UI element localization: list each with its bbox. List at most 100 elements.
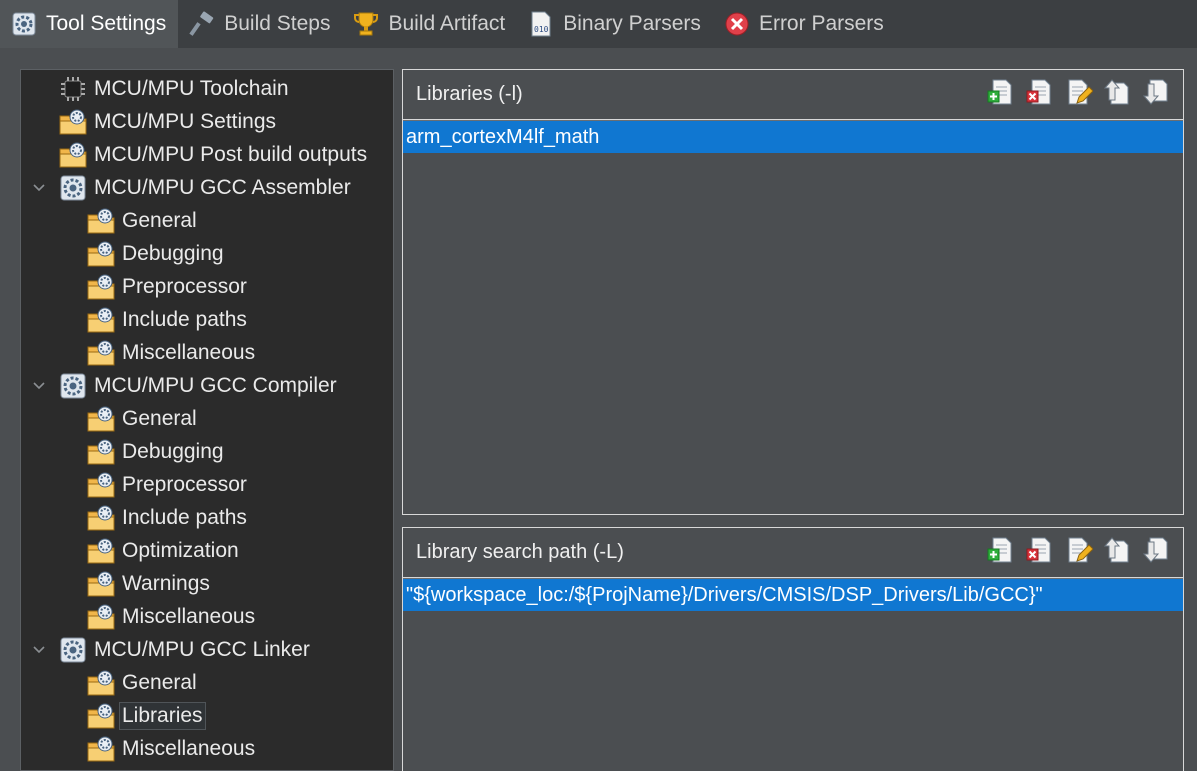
tree-item-label: Miscellaneous — [122, 604, 256, 628]
libraries-panel-title: Libraries (-l) — [416, 83, 523, 105]
tree-item[interactable]: Debugging — [86, 237, 226, 270]
chevron-down-icon[interactable] — [32, 379, 46, 393]
tree-item[interactable]: Preprocessor — [86, 468, 249, 501]
tree-item[interactable]: Debugging — [86, 435, 226, 468]
tree-item[interactable]: General — [86, 402, 199, 435]
tree-item-label: Miscellaneous — [122, 736, 256, 760]
tree-item-label: Debugging — [122, 439, 224, 463]
tab-label: Binary Parsers — [563, 12, 701, 35]
tool-gear-icon — [58, 371, 88, 401]
tree-item[interactable]: MCU/MPU GCC Linker — [32, 633, 312, 666]
tree-item[interactable]: General — [86, 204, 199, 237]
tab-label: Build Artifact — [388, 12, 506, 35]
library-search-path-panel: Library search path (-L) "${workspace_lo… — [402, 527, 1184, 771]
tab-build-steps[interactable]: Build Steps — [178, 0, 342, 48]
tree-item[interactable]: MCU/MPU GCC Assembler — [32, 171, 353, 204]
folder-settings-icon — [86, 437, 116, 467]
tree-item[interactable]: Preprocessor — [86, 270, 249, 303]
tab-label: Error Parsers — [758, 12, 884, 35]
tree-item-label: General — [122, 670, 197, 694]
tree-item-label: Libraries — [119, 701, 206, 730]
tree-item[interactable]: MCU/MPU Post build outputs — [58, 138, 369, 171]
tree-item-label: MCU/MPU Post build outputs — [94, 142, 368, 166]
add-icon[interactable] — [985, 77, 1015, 107]
edit-icon[interactable] — [1063, 77, 1093, 107]
tree-item[interactable]: Miscellaneous — [86, 732, 257, 765]
tree-item[interactable]: MCU/MPU Settings — [58, 105, 278, 138]
tree-item-label: Optimization — [122, 538, 239, 562]
chip-icon — [58, 74, 88, 104]
tree-item-label: MCU/MPU Toolchain — [94, 76, 289, 100]
folder-settings-icon — [58, 107, 88, 137]
tree-item[interactable]: Optimization — [86, 534, 241, 567]
tool-gear-icon — [58, 173, 88, 203]
folder-settings-icon — [86, 305, 116, 335]
tab-error-parsers[interactable]: Error Parsers — [713, 0, 896, 48]
library-search-path-title: Library search path (-L) — [416, 541, 624, 563]
tree-item-label: General — [122, 406, 197, 430]
svg-text:010: 010 — [534, 25, 549, 34]
folder-settings-icon — [86, 668, 116, 698]
tab-binary-parsers[interactable]: 010 Binary Parsers — [517, 0, 713, 48]
tree-item-label: MCU/MPU GCC Compiler — [94, 373, 337, 397]
chevron-down-icon[interactable] — [32, 643, 46, 657]
tool-settings-tree[interactable]: MCU/MPU Toolchain MCU/MPU Settings MCU/MPU… — [20, 69, 394, 771]
tool-gear-icon — [58, 635, 88, 665]
tree-item-label: Debugging — [122, 241, 224, 265]
folder-settings-icon — [86, 503, 116, 533]
libraries-list[interactable]: arm_cortexM4lf_math — [403, 120, 1183, 514]
tree-item[interactable]: MCU/MPU Toolchain — [58, 72, 291, 105]
folder-settings-icon — [58, 140, 88, 170]
folder-settings-icon — [86, 701, 116, 731]
tree-item-label: Preprocessor — [122, 274, 247, 298]
folder-settings-icon — [86, 239, 116, 269]
tool-settings-window: Tool Settings Build Steps Build Artifact… — [0, 0, 1197, 771]
hammer-icon — [188, 10, 216, 38]
tab-build-artifact[interactable]: Build Artifact — [342, 0, 517, 48]
library-search-path-list[interactable]: "${workspace_loc:/${ProjName}/Drivers/CM… — [403, 578, 1183, 771]
tab-label: Build Steps — [224, 12, 331, 35]
tree-item[interactable]: Include paths — [86, 303, 249, 336]
tree-item[interactable]: Warnings — [86, 567, 212, 600]
move-down-icon[interactable] — [1141, 535, 1171, 565]
folder-settings-icon — [86, 734, 116, 764]
folder-settings-icon — [86, 569, 116, 599]
tab-strip: Tool Settings Build Steps Build Artifact… — [0, 0, 1197, 48]
move-up-icon[interactable] — [1102, 77, 1132, 107]
folder-settings-icon — [86, 602, 116, 632]
tree-item[interactable]: Include paths — [86, 501, 249, 534]
gear-icon — [10, 10, 38, 38]
tab-label: Tool Settings — [46, 12, 167, 35]
folder-settings-icon — [86, 206, 116, 236]
list-item[interactable]: "${workspace_loc:/${ProjName}/Drivers/CM… — [403, 579, 1183, 611]
tree-item[interactable]: Miscellaneous — [86, 336, 257, 369]
list-item[interactable]: arm_cortexM4lf_math — [403, 121, 1183, 153]
folder-settings-icon — [86, 338, 116, 368]
delete-icon[interactable] — [1024, 77, 1054, 107]
tree-item[interactable]: General — [86, 666, 199, 699]
libraries-toolbar — [985, 77, 1171, 107]
folder-settings-icon — [86, 272, 116, 302]
folder-settings-icon — [86, 404, 116, 434]
tree-item[interactable]: Miscellaneous — [86, 600, 257, 633]
tree-item[interactable]: Libraries — [86, 699, 206, 732]
trophy-icon — [352, 10, 380, 38]
chevron-down-icon[interactable] — [32, 181, 46, 195]
delete-icon[interactable] — [1024, 535, 1054, 565]
folder-settings-icon — [86, 536, 116, 566]
tab-tool-settings[interactable]: Tool Settings — [0, 0, 179, 48]
move-up-icon[interactable] — [1102, 535, 1132, 565]
library-search-path-toolbar — [985, 535, 1171, 565]
move-down-icon[interactable] — [1141, 77, 1171, 107]
tree-item-label: Preprocessor — [122, 472, 247, 496]
add-icon[interactable] — [985, 535, 1015, 565]
edit-icon[interactable] — [1063, 535, 1093, 565]
binary-file-icon: 010 — [527, 10, 555, 38]
folder-settings-icon — [86, 470, 116, 500]
tree-item-label: General — [122, 208, 197, 232]
tree-item-label: Miscellaneous — [122, 340, 256, 364]
libraries-panel: Libraries (-l) arm_cortexM4lf_math — [402, 69, 1184, 515]
tree-item-label: MCU/MPU GCC Assembler — [94, 175, 351, 199]
tree-item-label: Warnings — [122, 571, 210, 595]
tree-item[interactable]: MCU/MPU GCC Compiler — [32, 369, 339, 402]
